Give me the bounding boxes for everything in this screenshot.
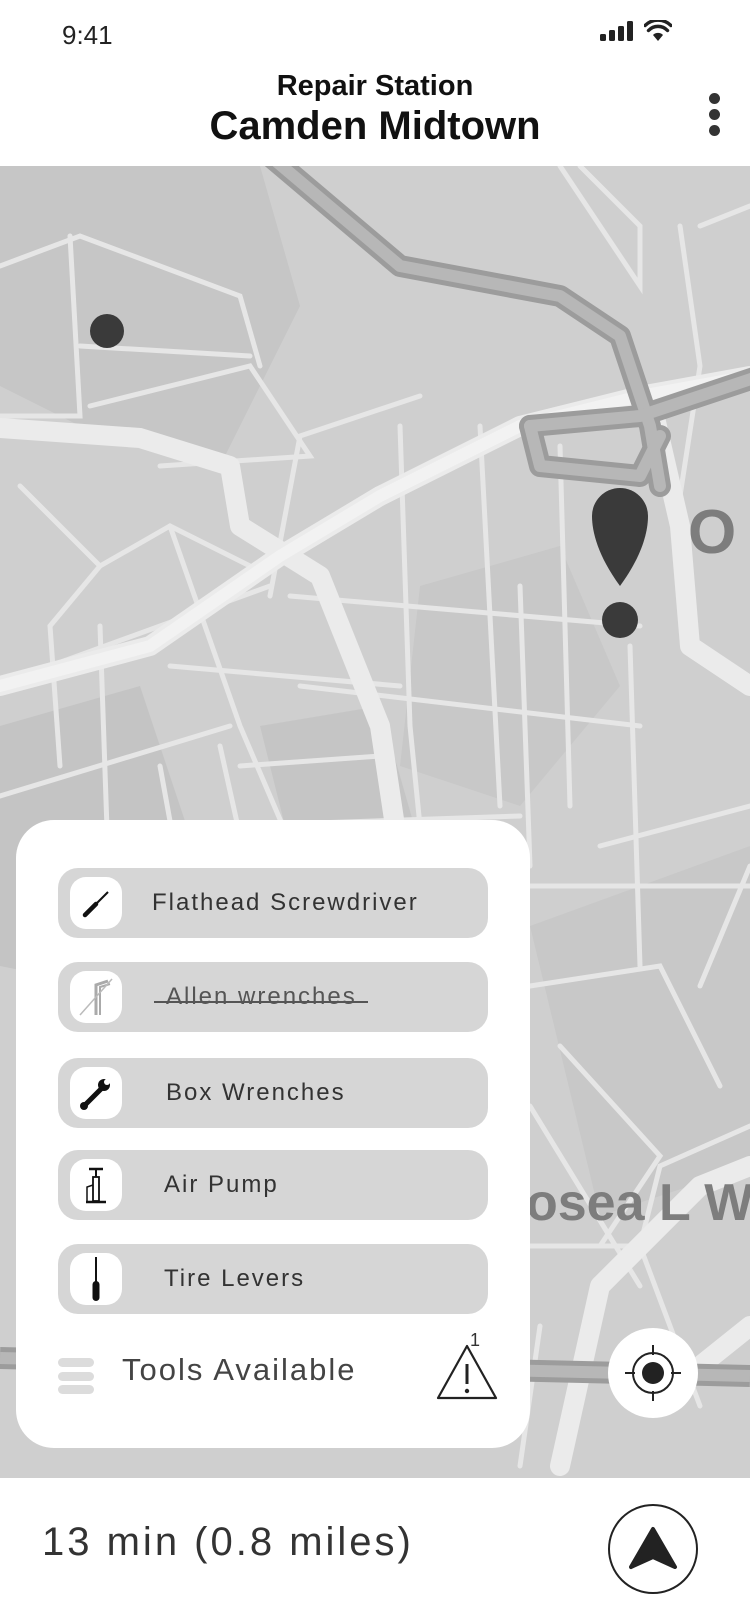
signal-icon	[600, 21, 633, 41]
status-time: 9:41	[62, 20, 113, 50]
tools-panel: Flathead Screwdriver Allen wrenches Box …	[16, 820, 530, 1448]
tool-label: Flathead Screwdriver	[152, 889, 419, 916]
tool-item-air-pump[interactable]: Air Pump	[58, 1150, 488, 1220]
tool-item-box-wrenches[interactable]: Box Wrenches	[58, 1058, 488, 1128]
map-label-o: O	[688, 498, 736, 567]
wifi-icon	[644, 20, 672, 41]
tool-item-tire-levers[interactable]: Tire Levers	[58, 1244, 488, 1314]
station-marker-dot	[602, 602, 638, 638]
station-title: Camden Midtown	[209, 104, 541, 148]
tool-label: Tire Levers	[164, 1265, 306, 1292]
tool-item-flathead-screwdriver[interactable]: Flathead Screwdriver	[58, 868, 488, 938]
screwdriver-icon	[70, 877, 122, 929]
crosshair-icon	[625, 1345, 681, 1401]
tools-available-label: Tools Available	[122, 1352, 357, 1387]
tool-label: Box Wrenches	[166, 1079, 346, 1106]
header: Repair Station Camden Midtown	[0, 64, 750, 166]
tool-label: Air Pump	[164, 1171, 279, 1198]
eta-label: 13 min (0.8 miles)	[42, 1520, 414, 1564]
map-label-street: osea L W	[526, 1174, 750, 1232]
tool-label: Allen wrenches	[166, 983, 357, 1010]
panel-footer: Tools Available 1	[58, 1330, 498, 1410]
bottom-bar: 13 min (0.8 miles)	[0, 1478, 750, 1624]
status-bar: 9:41	[0, 0, 750, 64]
report-issue-button[interactable]	[434, 1342, 500, 1404]
navigation-arrow-icon	[629, 1527, 677, 1569]
menu-icon[interactable]	[58, 1358, 94, 1394]
station-marker-pin	[592, 488, 648, 586]
unavailable-strikethrough	[154, 1001, 368, 1003]
tool-item-allen-wrenches[interactable]: Allen wrenches	[58, 962, 488, 1032]
recenter-location-button[interactable]	[608, 1328, 698, 1418]
warning-icon	[436, 1344, 498, 1400]
wrench-icon	[70, 1067, 122, 1119]
tire-lever-icon	[70, 1253, 122, 1305]
more-options-button[interactable]	[700, 84, 728, 144]
more-vertical-icon	[708, 92, 720, 104]
status-icons	[600, 20, 672, 42]
user-location-dot	[90, 314, 124, 348]
allen-wrench-icon	[70, 971, 122, 1023]
header-subtitle: Repair Station	[276, 70, 474, 102]
air-pump-icon	[70, 1159, 122, 1211]
start-navigation-button[interactable]	[608, 1504, 698, 1594]
